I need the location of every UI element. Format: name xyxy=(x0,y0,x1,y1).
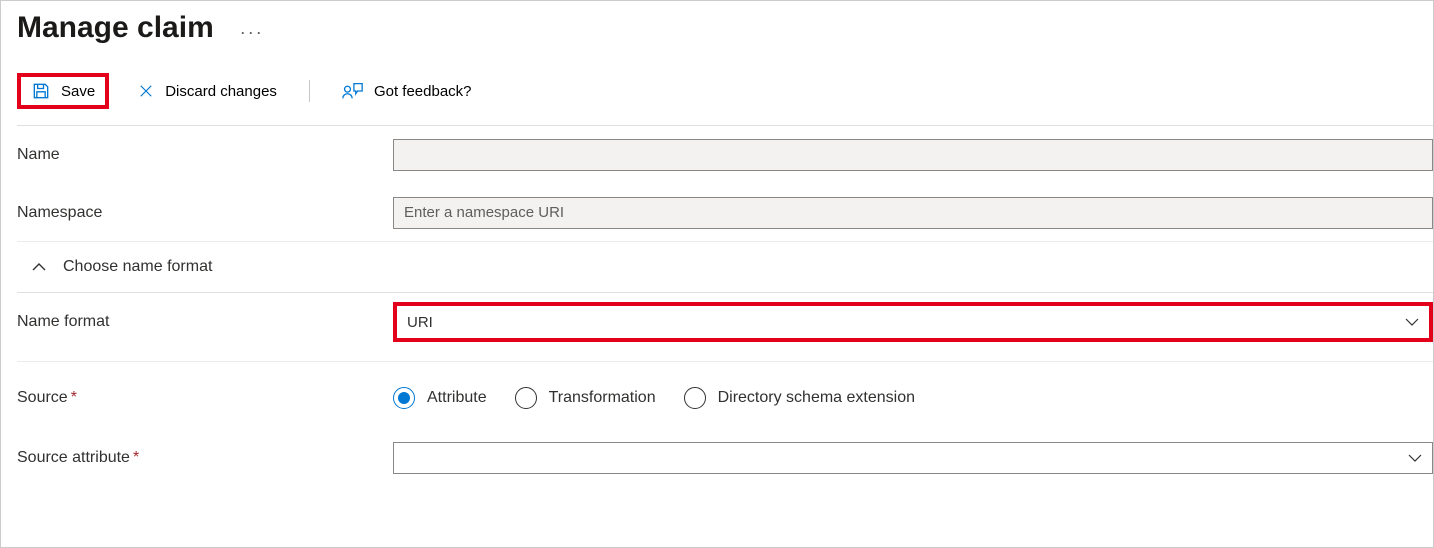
source-radio-group: Attribute Transformation Directory schem… xyxy=(393,387,1433,409)
name-label: Name xyxy=(17,146,393,164)
namespace-label: Namespace xyxy=(17,204,393,222)
toolbar: Save Discard changes Got feedback? xyxy=(17,73,1433,126)
save-icon xyxy=(31,81,51,101)
radio-icon xyxy=(684,387,706,409)
discard-label: Discard changes xyxy=(165,83,277,100)
required-icon: * xyxy=(71,389,77,406)
chevron-up-icon xyxy=(31,259,47,275)
namespace-input[interactable] xyxy=(393,197,1433,229)
required-icon: * xyxy=(133,449,139,466)
source-attribute-select[interactable] xyxy=(393,442,1433,474)
radio-label-transformation: Transformation xyxy=(549,389,656,407)
radio-icon xyxy=(393,387,415,409)
source-attribute-label: Source attribute* xyxy=(17,449,393,467)
choose-name-format-label: Choose name format xyxy=(63,258,212,276)
radio-icon xyxy=(515,387,537,409)
save-label: Save xyxy=(61,83,95,100)
save-button[interactable]: Save xyxy=(17,73,109,109)
feedback-icon xyxy=(342,81,364,101)
toolbar-separator xyxy=(309,80,310,102)
radio-label-attribute: Attribute xyxy=(427,389,487,407)
name-input[interactable] xyxy=(393,139,1433,171)
radio-label-directory-ext: Directory schema extension xyxy=(718,389,915,407)
row-name: Name xyxy=(17,126,1433,184)
page-title: Manage claim xyxy=(17,11,214,45)
radio-directory-ext[interactable]: Directory schema extension xyxy=(684,387,915,409)
discard-button[interactable]: Discard changes xyxy=(129,76,285,106)
manage-claim-panel: Manage claim ··· Save Discard changes Go… xyxy=(0,0,1434,548)
choose-name-format-toggle[interactable]: Choose name format xyxy=(17,242,1433,293)
name-format-select[interactable]: URI xyxy=(393,302,1433,342)
row-name-format: Name format URI xyxy=(17,293,1433,351)
name-format-label: Name format xyxy=(17,313,393,331)
close-icon xyxy=(137,82,155,100)
row-source: Source* Attribute Transformation Directo… xyxy=(17,362,1433,434)
row-source-attribute: Source attribute* xyxy=(17,434,1433,482)
feedback-label: Got feedback? xyxy=(374,83,472,100)
row-namespace: Namespace xyxy=(17,184,1433,242)
more-icon[interactable]: ··· xyxy=(234,22,270,43)
header: Manage claim ··· xyxy=(17,11,1433,45)
radio-transformation[interactable]: Transformation xyxy=(515,387,656,409)
feedback-button[interactable]: Got feedback? xyxy=(334,75,480,107)
source-label: Source* xyxy=(17,389,393,407)
radio-attribute[interactable]: Attribute xyxy=(393,387,487,409)
